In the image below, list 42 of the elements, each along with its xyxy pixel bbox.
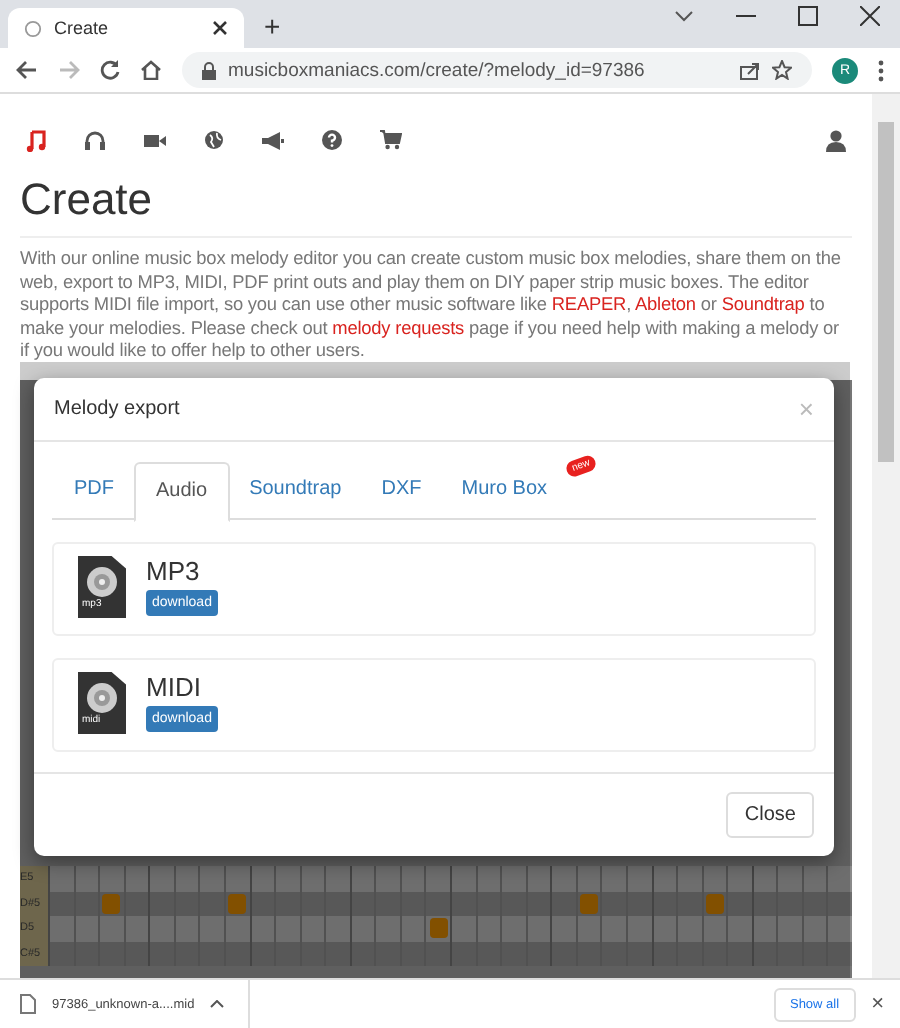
export-tab[interactable]: DXF bbox=[361, 462, 442, 522]
new-tab-button[interactable]: + bbox=[264, 10, 281, 42]
text-link[interactable]: Soundtrap bbox=[721, 294, 805, 315]
file-icon bbox=[20, 994, 36, 1014]
tab-title: Create bbox=[54, 18, 111, 38]
intro-paragraph: With our online music box melody editor you can create custom music box melodies, share them on the web, export to MP3, MIDI, PDF print outs and play them on DIY paper strip music boxes. The editor supports MIDI file import, so you can use other music software like REAPER, Ableton or Soundtrap to make your melodies. Please check out melody requests page if you need help with making a melody or if you would like to offer help to other users. bbox=[20, 248, 843, 364]
export-tab[interactable]: PDF bbox=[54, 462, 134, 522]
megaphone-icon[interactable] bbox=[262, 131, 284, 149]
help-icon[interactable] bbox=[322, 130, 342, 150]
export-tab[interactable]: Audio bbox=[134, 462, 230, 522]
text-link[interactable]: REAPER bbox=[551, 294, 627, 315]
music-note-icon[interactable] bbox=[26, 129, 46, 151]
user-icon[interactable] bbox=[826, 129, 846, 151]
headphones-icon[interactable] bbox=[84, 130, 106, 150]
cart-icon[interactable] bbox=[380, 130, 402, 150]
close-icon[interactable] bbox=[860, 6, 880, 26]
reload-icon[interactable] bbox=[100, 60, 120, 80]
scrollbar[interactable] bbox=[872, 94, 900, 978]
back-icon[interactable] bbox=[16, 60, 38, 80]
video-camera-icon[interactable] bbox=[144, 133, 166, 147]
close-icon[interactable] bbox=[212, 20, 228, 36]
lock-icon bbox=[202, 61, 216, 79]
export-tab[interactable]: Muro Box bbox=[441, 462, 568, 522]
minimize-icon[interactable] bbox=[736, 14, 756, 18]
chevron-down-icon[interactable] bbox=[674, 10, 694, 22]
format-name: MIDI bbox=[146, 672, 201, 702]
format-name: MP3 bbox=[146, 556, 200, 586]
export-tab[interactable]: Soundtrap bbox=[229, 462, 362, 522]
dialog-title: Melody export bbox=[54, 398, 180, 420]
close-button[interactable]: × bbox=[871, 992, 884, 1016]
browser-tab[interactable]: Create bbox=[8, 8, 244, 48]
home-icon[interactable] bbox=[140, 60, 162, 80]
share-icon[interactable] bbox=[740, 61, 760, 79]
close-button[interactable]: Close bbox=[726, 792, 814, 838]
caret-icon[interactable] bbox=[210, 1000, 225, 1008]
page-title: Create bbox=[20, 174, 852, 238]
maximize-icon[interactable] bbox=[798, 6, 818, 26]
text-link[interactable]: Ableton bbox=[634, 294, 696, 315]
star-icon[interactable] bbox=[772, 60, 792, 80]
address-bar[interactable]: musicboxmaniacs.com/create/?melody_id=97386 bbox=[182, 52, 812, 88]
menu-icon[interactable] bbox=[878, 59, 884, 81]
text-link[interactable]: melody requests bbox=[332, 317, 465, 338]
